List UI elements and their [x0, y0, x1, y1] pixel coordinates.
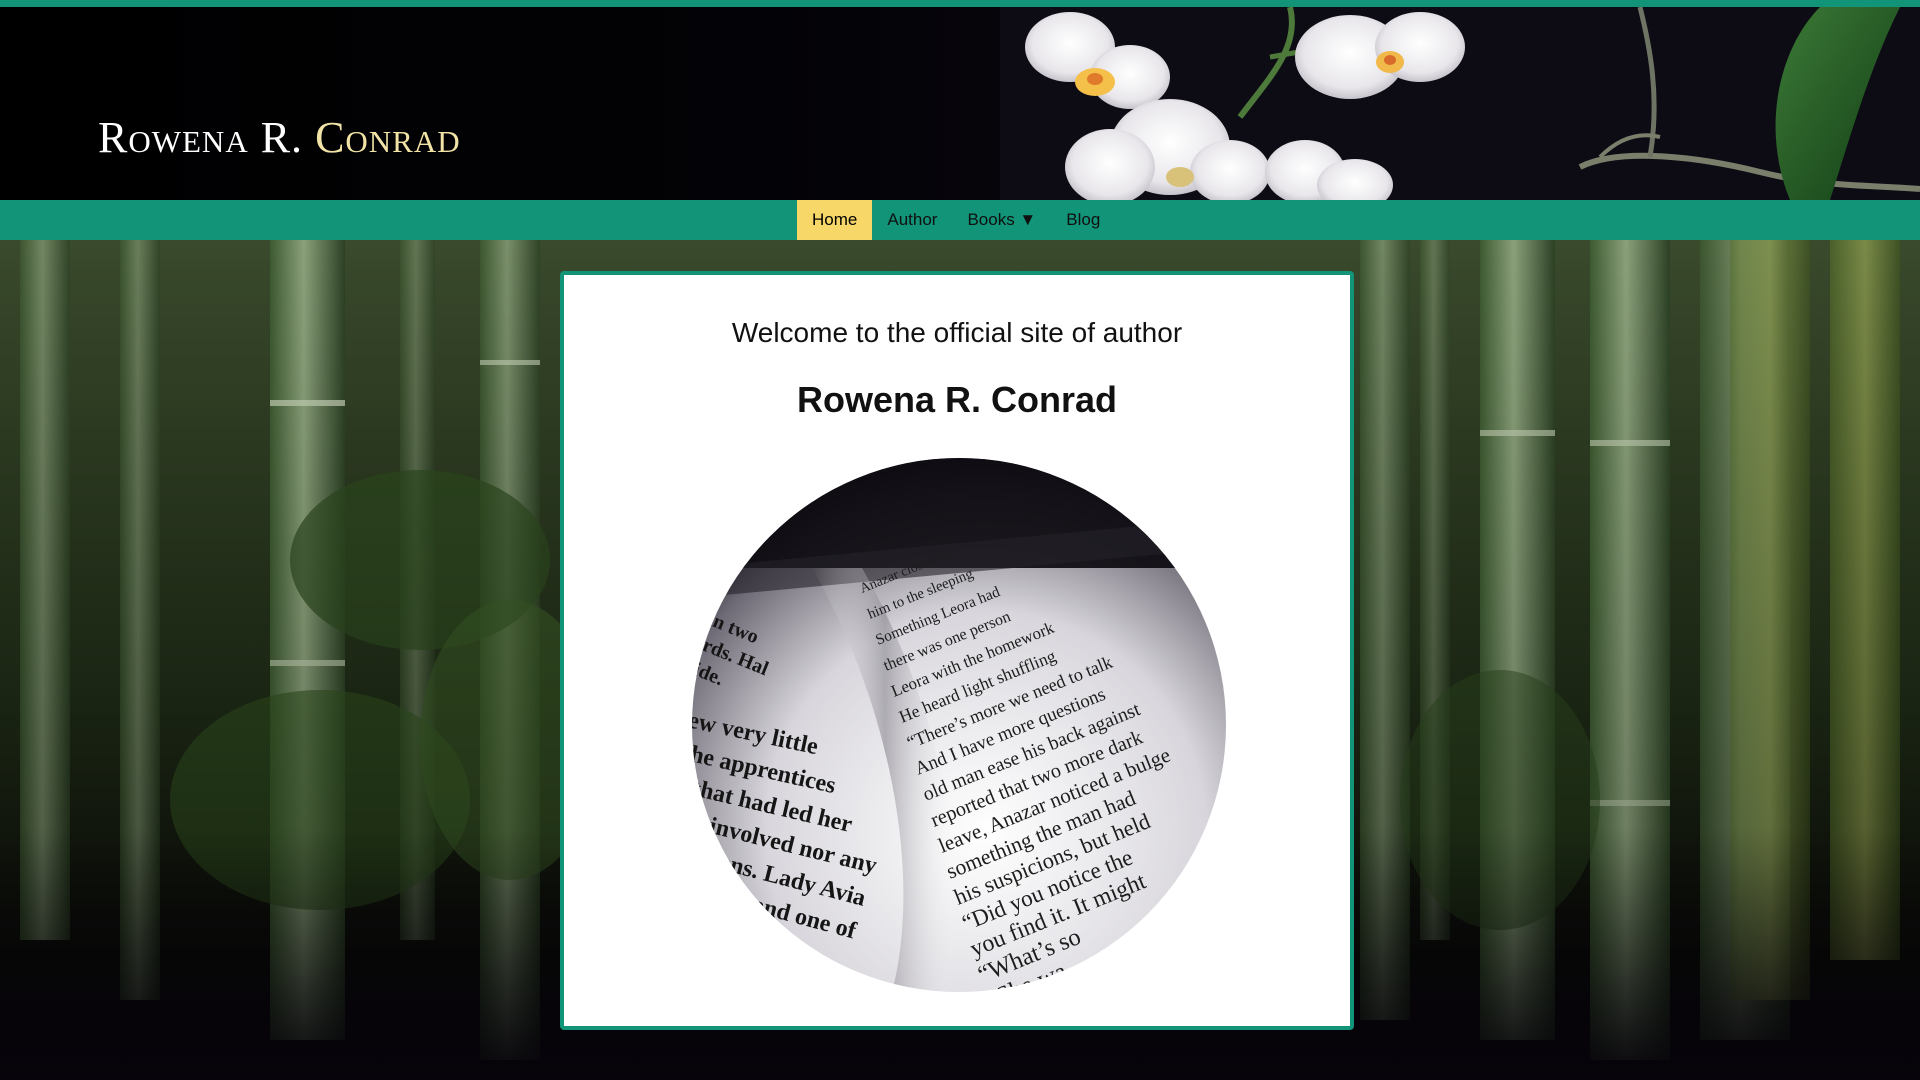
nav-item-blog[interactable]: Blog — [1051, 200, 1115, 240]
welcome-panel: Welcome to the official site of author R… — [560, 271, 1354, 1030]
site-title[interactable]: Rowena R. Conrad — [98, 112, 461, 163]
nav-item-author[interactable]: Author — [872, 200, 952, 240]
nav-item-home[interactable]: Home — [797, 200, 873, 240]
main-navigation: Home Author Books ▼ Blog — [0, 200, 1920, 240]
nav-menu: Home Author Books ▼ Blog — [797, 200, 1115, 240]
top-accent-strip — [0, 0, 1920, 7]
site-title-first: Rowena R. — [98, 113, 304, 162]
nav-item-books[interactable]: Books ▼ — [952, 200, 1051, 240]
author-name-heading: Rowena R. Conrad — [796, 379, 1118, 420]
book-text-line: the fo — [989, 991, 1055, 992]
orchid-header-image — [1000, 7, 1920, 200]
open-book-photo: ew very littlehe apprenticesthat had led… — [692, 458, 1226, 992]
site-header: Rowena R. Conrad — [0, 7, 1920, 200]
welcome-heading: Welcome to the official site of author — [731, 317, 1183, 348]
book-text-line: written in old — [698, 951, 839, 992]
book-text-line: r was one of — [700, 985, 826, 992]
site-title-surname: Conrad — [315, 113, 461, 162]
